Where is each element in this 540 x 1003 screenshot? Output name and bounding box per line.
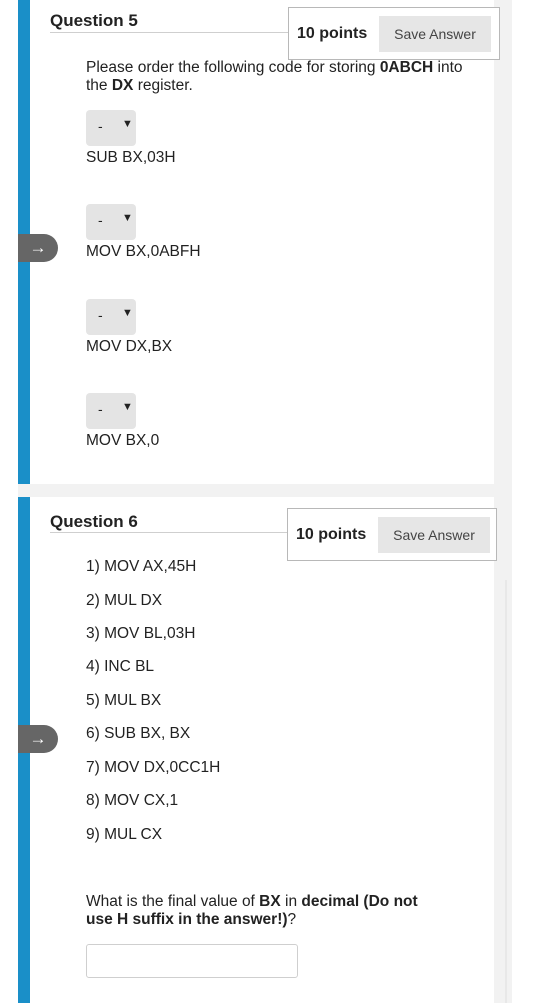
question-title: Question 5 (50, 11, 138, 30)
points-label: 10 points (297, 24, 368, 42)
prompt-text: register. (133, 77, 193, 94)
points-box: 10 points Save Answer (288, 7, 500, 60)
prompt-text: in (280, 893, 302, 910)
arrow-right-icon[interactable]: → (18, 725, 58, 753)
code-list-item: 8) MOV CX,1 (86, 792, 179, 809)
code-line-3: MOV DX,BX (86, 338, 173, 355)
title-divider (50, 532, 287, 533)
question-title: Question 6 (50, 512, 138, 531)
code-list-item: 3) MOV BL,03H (86, 625, 196, 642)
card-separator (18, 484, 512, 497)
code-list-item: 5) MUL BX (86, 692, 162, 709)
card-scroll-gutter (494, 0, 512, 484)
points-label: 10 points (296, 525, 367, 543)
order-select-2[interactable]: - ▼ (86, 204, 136, 240)
prompt-text: ? (287, 911, 297, 928)
answer-input[interactable] (86, 944, 298, 978)
question-prompt: What is the final value of BX in decimal… (86, 893, 446, 929)
chevron-down-icon: ▼ (122, 307, 133, 319)
prompt-register: DX (111, 77, 134, 94)
select-value: - (98, 401, 103, 417)
code-list-item: 7) MOV DX,0CC1H (86, 759, 221, 776)
code-list-item: 1) MOV AX,45H (86, 558, 197, 575)
code-line-4: MOV BX,0 (86, 432, 160, 449)
chevron-down-icon: ▼ (122, 401, 133, 413)
code-line-2: MOV BX,0ABFH (86, 243, 201, 260)
code-list-item: 6) SUB BX, BX (86, 725, 191, 742)
question-prompt: Please order the following code for stor… (86, 59, 466, 95)
select-value: - (98, 212, 103, 228)
order-select-3[interactable]: - ▼ (86, 299, 136, 335)
select-value: - (98, 307, 103, 323)
question-5-card: Question 5 10 points Save Answer Please … (18, 0, 512, 484)
card-scroll-gutter (494, 497, 512, 1003)
code-list-item: 2) MUL DX (86, 592, 163, 609)
scrollbar-track[interactable] (505, 580, 507, 1003)
order-select-1[interactable]: - ▼ (86, 110, 136, 146)
arrow-right-icon[interactable]: → (18, 234, 58, 262)
prompt-text: What is the final value of (86, 893, 260, 910)
save-answer-button[interactable]: Save Answer (379, 15, 491, 52)
chevron-down-icon: ▼ (122, 118, 133, 130)
chevron-down-icon: ▼ (122, 212, 133, 224)
title-divider (50, 32, 288, 33)
prompt-text: Please order the following code for stor… (86, 59, 380, 76)
prompt-register: BX (259, 893, 281, 910)
points-box: 10 points Save Answer (287, 508, 497, 561)
code-line-1: SUB BX,03H (86, 149, 176, 166)
order-select-4[interactable]: - ▼ (86, 393, 136, 429)
select-value: - (98, 118, 103, 134)
code-list-item: 4) INC BL (86, 658, 155, 675)
prompt-value: 0ABCH (379, 59, 434, 76)
code-list-item: 9) MUL CX (86, 826, 163, 843)
save-answer-button[interactable]: Save Answer (378, 516, 490, 553)
question-6-card: Question 6 10 points Save Answer 1) MOV … (18, 497, 512, 1003)
